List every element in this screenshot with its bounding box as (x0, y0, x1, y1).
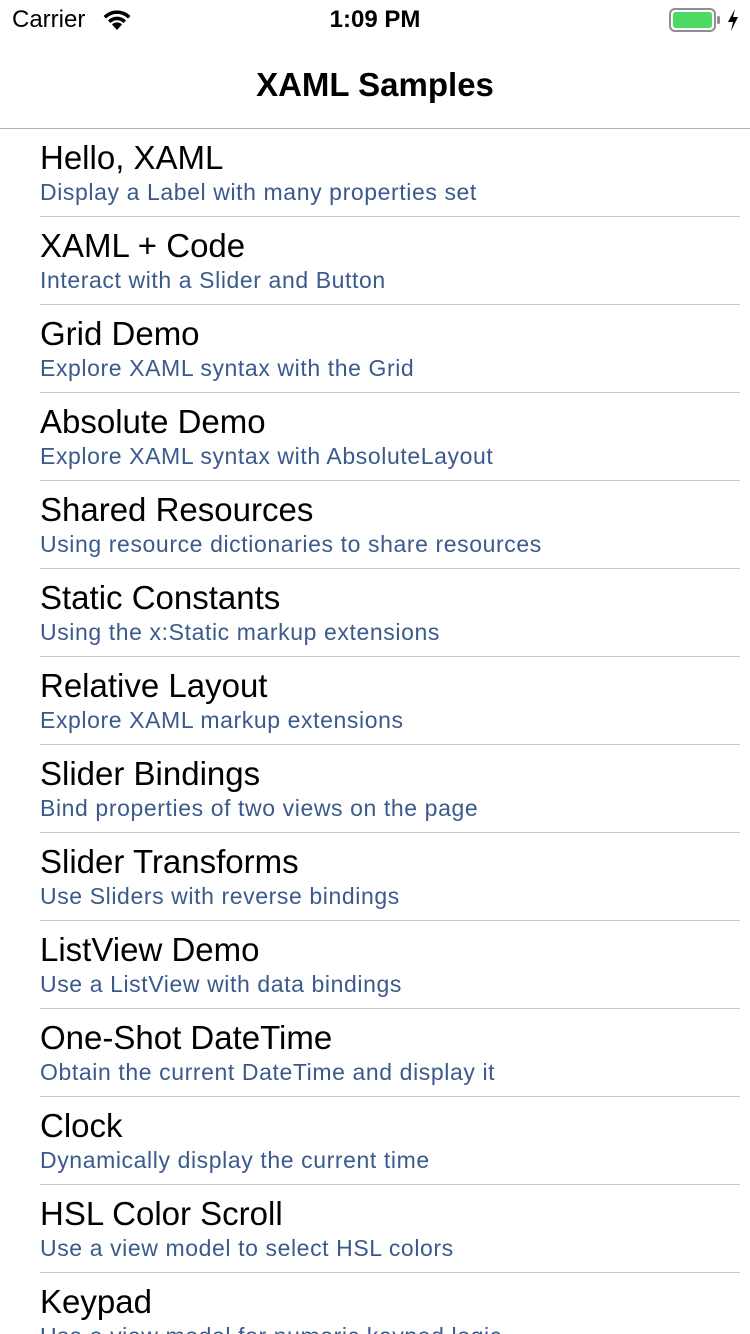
list-item-detail: Obtain the current DateTime and display … (40, 1059, 496, 1085)
list-item-title: Slider Bindings (40, 755, 261, 792)
samples-list[interactable]: Hello, XAML Display a Label with many pro… (0, 129, 750, 1334)
list-item-detail: Dynamically display the current time (40, 1147, 430, 1173)
list-item-title: One-Shot DateTime (40, 1019, 333, 1056)
list-item-title: XAML + Code (40, 227, 246, 264)
list-item-detail: Bind properties of two views on the page (40, 795, 479, 821)
list-item-title: ListView Demo (40, 931, 260, 968)
list-item-detail: Explore XAML syntax with the Grid (40, 355, 415, 381)
page-title: XAML Samples (256, 66, 494, 103)
list-item[interactable]: Clock Dynamically display the current tim… (40, 1097, 740, 1185)
list-item-detail: Use a view model for numeric keypad logi… (40, 1323, 502, 1334)
list-item[interactable]: XAML + Code Interact with a Slider and Bu… (40, 217, 740, 305)
list-item[interactable]: Relative Layout Explore XAML markup exten… (40, 657, 740, 745)
list-item-detail: Interact with a Slider and Button (40, 267, 386, 293)
list-item-detail: Use a view model to select HSL colors (40, 1235, 454, 1261)
battery-icon (669, 8, 720, 32)
list-item-title: Relative Layout (40, 667, 268, 704)
list-item[interactable]: Hello, XAML Display a Label with many pro… (40, 129, 740, 217)
list-item[interactable]: ListView Demo Use a ListView with data bi… (40, 921, 740, 1009)
status-time: 1:09 PM (329, 6, 421, 33)
list-item-title: HSL Color Scroll (40, 1195, 283, 1232)
list-item-detail: Explore XAML markup extensions (40, 707, 404, 733)
list-item-detail: Use a ListView with data bindings (40, 971, 403, 997)
list-item[interactable]: One-Shot DateTime Obtain the current Date… (40, 1009, 740, 1097)
list-item-detail: Using the x:Static markup extensions (40, 619, 440, 645)
list-item-detail: Use Sliders with reverse bindings (40, 883, 400, 909)
list-item[interactable]: Grid Demo Explore XAML syntax with the Gr… (40, 305, 740, 393)
charging-bolt-icon (728, 9, 738, 31)
list-item-title: Clock (40, 1107, 123, 1144)
list-item-detail: Display a Label with many properties set (40, 179, 477, 205)
list-item-detail: Explore XAML syntax with AbsoluteLayout (40, 443, 494, 469)
navigation-bar: XAML Samples (0, 40, 750, 129)
list-item[interactable]: Keypad Use a view model for numeric keypa… (40, 1273, 740, 1334)
list-item[interactable]: Absolute Demo Explore XAML syntax with Ab… (40, 393, 740, 481)
list-item[interactable]: Slider Transforms Use Sliders with revers… (40, 833, 740, 921)
list-item-title: Static Constants (40, 579, 281, 616)
list-item-title: Keypad (40, 1283, 152, 1320)
list-item[interactable]: Shared Resources Using resource dictionar… (40, 481, 740, 569)
list-item[interactable]: Slider Bindings Bind properties of two vi… (40, 745, 740, 833)
list-item[interactable]: Static Constants Using the x:Static marku… (40, 569, 740, 657)
list-item-title: Absolute Demo (40, 403, 266, 440)
list-item-title: Grid Demo (40, 315, 200, 352)
list-item-title: Hello, XAML (40, 139, 224, 176)
list-item-detail: Using resource dictionaries to share res… (40, 531, 542, 557)
status-bar: Carrier 1:09 PM (0, 0, 750, 40)
list-item-title: Slider Transforms (40, 843, 299, 880)
list-item[interactable]: HSL Color Scroll Use a view model to sele… (40, 1185, 740, 1273)
list-item-title: Shared Resources (40, 491, 314, 528)
